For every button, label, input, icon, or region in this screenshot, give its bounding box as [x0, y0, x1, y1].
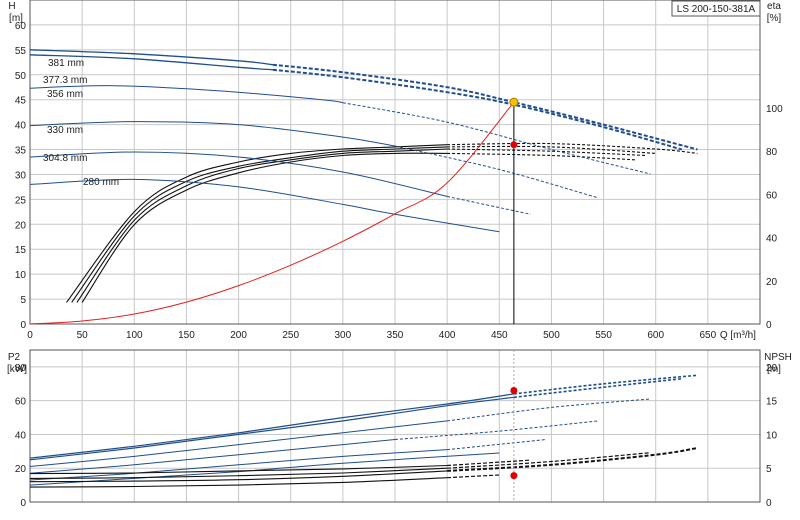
y-tick-label-h: 25 — [15, 195, 27, 206]
y-tick-label-eta: 0 — [766, 320, 772, 331]
y-tick-label-npsh: 0 — [766, 498, 772, 509]
x-axis-label: Q [m³/h] — [720, 330, 756, 341]
x-tick-label: 600 — [647, 330, 664, 341]
y-tick-label-h: 50 — [15, 71, 27, 82]
curve-label: 377.3 mm — [43, 75, 87, 86]
efficiency-curve — [81, 152, 448, 303]
y-tick-label-h: 10 — [15, 270, 27, 281]
power-point-marker — [510, 387, 518, 395]
x-tick-label: 100 — [126, 330, 143, 341]
efficiency-point-marker — [510, 141, 518, 149]
y-tick-label-p2: 60 — [15, 397, 27, 408]
head-curve-dashed — [272, 68, 683, 151]
y-axis-title-eta: eta — [767, 1, 781, 12]
y-axis-unit-npsh: [m] — [767, 364, 781, 375]
system-curve — [29, 101, 515, 325]
x-tick-label: 200 — [230, 330, 247, 341]
x-tick-label: 550 — [595, 330, 612, 341]
curve-label: 280 mm — [83, 177, 119, 188]
y-axis-title-p2: P2 — [8, 352, 21, 363]
y-tick-label-h: 5 — [20, 295, 26, 306]
chart-canvas: 0510152025303540455055600204060801000 50 1… — [7, 0, 792, 509]
y-tick-label-h: 15 — [15, 245, 27, 256]
curve-label: 381 mm — [48, 58, 84, 69]
y-tick-label-h: 45 — [15, 96, 27, 107]
y-tick-label-eta: 40 — [766, 234, 778, 245]
power-curve-dashed — [513, 377, 682, 399]
head-curve-dashed — [272, 63, 698, 151]
pump-performance-chart: 0 5 10 15 20 25 30 35 40 45 50 55 60 0 20 40 60 80 100 0 50 1… — [0, 0, 800, 520]
duty-point-marker — [509, 97, 519, 107]
y-tick-label-h: 20 — [15, 220, 27, 231]
x-tick-label: 0 — [27, 330, 33, 341]
y-tick-label-eta: 20 — [766, 277, 778, 288]
y-tick-label-p2: 0 — [20, 498, 26, 509]
y-tick-label-h: 55 — [15, 46, 27, 57]
y-tick-label-npsh: 5 — [766, 464, 772, 475]
y-tick-label-h: 0 — [20, 320, 26, 331]
power-curve — [29, 393, 514, 459]
y-tick-label-h: 40 — [15, 121, 27, 132]
head-curve — [29, 121, 396, 147]
y-tick-label-eta: 80 — [766, 147, 778, 158]
x-tick-label: 300 — [335, 330, 352, 341]
model-label: LS 200-150-381A — [677, 4, 756, 15]
npsh-curve-dashed — [447, 474, 500, 479]
y-axis-title-h: H — [8, 1, 15, 12]
power-curve-dashed — [447, 439, 547, 451]
npsh-curve-dashed — [447, 447, 698, 472]
efficiency-curve-dashed — [447, 152, 635, 161]
curve-label: 356 mm — [47, 89, 83, 100]
npsh-point-marker — [510, 472, 518, 480]
y-tick-label-h: 35 — [15, 146, 27, 157]
npsh-curve-dashed — [447, 459, 531, 467]
x-tick-label: 150 — [178, 330, 195, 341]
x-tick-label: 400 — [439, 330, 456, 341]
curve-label: 304.8 mm — [43, 153, 87, 164]
y-axis-unit-eta: [%] — [767, 13, 782, 24]
x-tick-label: 250 — [282, 330, 299, 341]
y-tick-label-h: 30 — [15, 170, 27, 181]
x-tick-label: 500 — [543, 330, 560, 341]
y-axis-title-npsh: NPSH — [764, 352, 792, 363]
y-tick-label-p2: 20 — [15, 464, 27, 475]
head-curve-dashed — [342, 102, 651, 175]
y-tick-label-p2: 40 — [15, 430, 27, 441]
power-curve-dashed — [513, 374, 698, 395]
y-tick-label-eta: 100 — [766, 104, 783, 115]
x-tick-label: 50 — [77, 330, 89, 341]
y-tick-label-npsh: 10 — [766, 430, 778, 441]
x-tick-label: 650 — [700, 330, 717, 341]
x-tick-label: 350 — [387, 330, 404, 341]
y-axis-unit-p2: [kW] — [7, 364, 27, 375]
x-tick-label: 450 — [491, 330, 508, 341]
efficiency-curve — [76, 148, 448, 303]
y-axis-unit-h: [m] — [9, 13, 23, 24]
y-tick-label-npsh: 15 — [766, 397, 778, 408]
curve-label: 330 mm — [47, 125, 83, 136]
npsh-curve-dashed — [447, 452, 651, 469]
y-tick-label-eta: 60 — [766, 190, 778, 201]
